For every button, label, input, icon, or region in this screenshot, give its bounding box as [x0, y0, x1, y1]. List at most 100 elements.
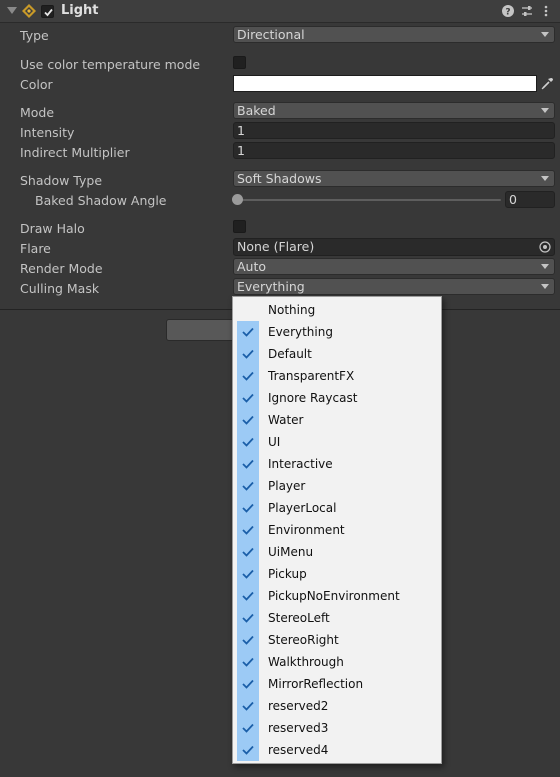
render-mode-value: Auto	[237, 259, 267, 274]
culling-mask-item[interactable]: UiMenu	[233, 541, 441, 563]
culling-mask-item[interactable]: Interactive	[233, 453, 441, 475]
culling-mask-item-label: StereoRight	[268, 633, 339, 647]
baked-shadow-angle-slider-track[interactable]	[238, 199, 501, 201]
flare-value: None (Flare)	[237, 239, 315, 254]
type-dropdown[interactable]: Directional	[233, 26, 555, 43]
check-gutter	[237, 717, 259, 739]
draw-halo-label: Draw Halo	[20, 221, 85, 236]
checkmark-icon	[242, 569, 254, 579]
component-enabled-checkbox[interactable]	[41, 5, 54, 18]
culling-mask-item[interactable]: Default	[233, 343, 441, 365]
component-header: Light ?	[0, 0, 560, 23]
culling-mask-item[interactable]: StereoLeft	[233, 607, 441, 629]
indirect-multiplier-input[interactable]: 1	[233, 142, 555, 159]
intensity-value: 1	[237, 123, 245, 138]
culling-mask-item-label: PlayerLocal	[268, 501, 337, 515]
culling-mask-item-label: Default	[268, 347, 312, 361]
intensity-label: Intensity	[20, 125, 75, 140]
checkmark-icon	[242, 613, 254, 623]
check-gutter	[237, 475, 259, 497]
dropdown-arrow-icon	[541, 32, 549, 37]
indirect-multiplier-value: 1	[237, 143, 245, 158]
culling-mask-item-label: Player	[268, 479, 306, 493]
culling-mask-item[interactable]: StereoRight	[233, 629, 441, 651]
culling-mask-item[interactable]: reserved3	[233, 717, 441, 739]
mode-dropdown[interactable]: Baked	[233, 102, 555, 119]
render-mode-dropdown[interactable]: Auto	[233, 258, 555, 275]
culling-mask-item[interactable]: PickupNoEnvironment	[233, 585, 441, 607]
checkmark-icon	[242, 481, 254, 491]
culling-mask-item[interactable]: UI	[233, 431, 441, 453]
checkmark-icon	[242, 393, 254, 403]
culling-mask-dropdown[interactable]: Everything	[233, 278, 555, 295]
check-gutter	[237, 695, 259, 717]
color-temperature-checkbox[interactable]	[233, 56, 246, 69]
culling-mask-item[interactable]: Everything	[233, 321, 441, 343]
foldout-arrow-icon[interactable]	[7, 7, 17, 14]
flare-object-field[interactable]: None (Flare)	[233, 238, 555, 256]
render-mode-label: Render Mode	[20, 261, 103, 276]
checkmark-icon	[242, 525, 254, 535]
check-gutter	[237, 387, 259, 409]
culling-mask-item[interactable]: Ignore Raycast	[233, 387, 441, 409]
eyedropper-icon[interactable]	[539, 75, 555, 92]
culling-mask-item-label: Everything	[268, 325, 333, 339]
check-gutter	[237, 299, 259, 321]
dropdown-arrow-icon	[541, 108, 549, 113]
culling-mask-item[interactable]: PlayerLocal	[233, 497, 441, 519]
culling-mask-item[interactable]: Environment	[233, 519, 441, 541]
culling-mask-item[interactable]: MirrorReflection	[233, 673, 441, 695]
check-gutter	[237, 453, 259, 475]
culling-mask-item[interactable]: Player	[233, 475, 441, 497]
mode-value: Baked	[237, 103, 276, 118]
mode-label: Mode	[20, 105, 55, 120]
shadow-type-dropdown[interactable]: Soft Shadows	[233, 170, 555, 187]
checkmark-icon	[242, 591, 254, 601]
checkmark-icon	[242, 701, 254, 711]
checkmark-icon	[242, 459, 254, 469]
culling-mask-item[interactable]: Water	[233, 409, 441, 431]
culling-mask-item-label: PickupNoEnvironment	[268, 589, 400, 603]
shadow-type-label: Shadow Type	[20, 173, 103, 188]
checkmark-icon	[242, 327, 254, 337]
checkmark-icon	[242, 371, 254, 381]
culling-mask-item-label: UiMenu	[268, 545, 314, 559]
dropdown-arrow-icon	[541, 264, 549, 269]
dropdown-arrow-icon	[541, 176, 549, 181]
more-options-icon[interactable]	[539, 4, 553, 18]
culling-mask-item[interactable]: reserved4	[233, 739, 441, 761]
intensity-input[interactable]: 1	[233, 122, 555, 139]
preset-icon[interactable]	[520, 4, 534, 18]
check-gutter	[237, 541, 259, 563]
culling-mask-item-label: StereoLeft	[268, 611, 330, 625]
culling-mask-item[interactable]: Pickup	[233, 563, 441, 585]
culling-mask-item[interactable]: reserved2	[233, 695, 441, 717]
flare-label: Flare	[20, 241, 51, 256]
culling-mask-label: Culling Mask	[20, 281, 100, 296]
check-gutter	[237, 365, 259, 387]
shadow-type-value: Soft Shadows	[237, 171, 322, 186]
checkmark-icon	[242, 349, 254, 359]
color-temperature-label: Use color temperature mode	[20, 57, 201, 72]
draw-halo-checkbox[interactable]	[233, 220, 246, 233]
baked-shadow-angle-input[interactable]: 0	[505, 191, 555, 208]
color-swatch[interactable]	[233, 75, 537, 92]
check-gutter	[237, 607, 259, 629]
checkmark-icon	[242, 503, 254, 513]
checkmark-icon	[242, 657, 254, 667]
help-icon[interactable]: ?	[501, 4, 515, 18]
culling-mask-item-label: Interactive	[268, 457, 333, 471]
checkmark-icon	[242, 437, 254, 447]
culling-mask-item[interactable]: Walkthrough	[233, 651, 441, 673]
baked-shadow-angle-slider-thumb[interactable]	[232, 194, 243, 205]
culling-mask-item-label: TransparentFX	[268, 369, 355, 383]
culling-mask-item[interactable]: Nothing	[233, 299, 441, 321]
checkmark-icon	[242, 635, 254, 645]
check-gutter	[237, 739, 259, 761]
check-gutter	[237, 343, 259, 365]
check-gutter	[237, 673, 259, 695]
object-picker-icon[interactable]	[539, 241, 551, 253]
culling-mask-item-label: Walkthrough	[268, 655, 344, 669]
culling-mask-item[interactable]: TransparentFX	[233, 365, 441, 387]
culling-mask-item-label: Pickup	[268, 567, 307, 581]
